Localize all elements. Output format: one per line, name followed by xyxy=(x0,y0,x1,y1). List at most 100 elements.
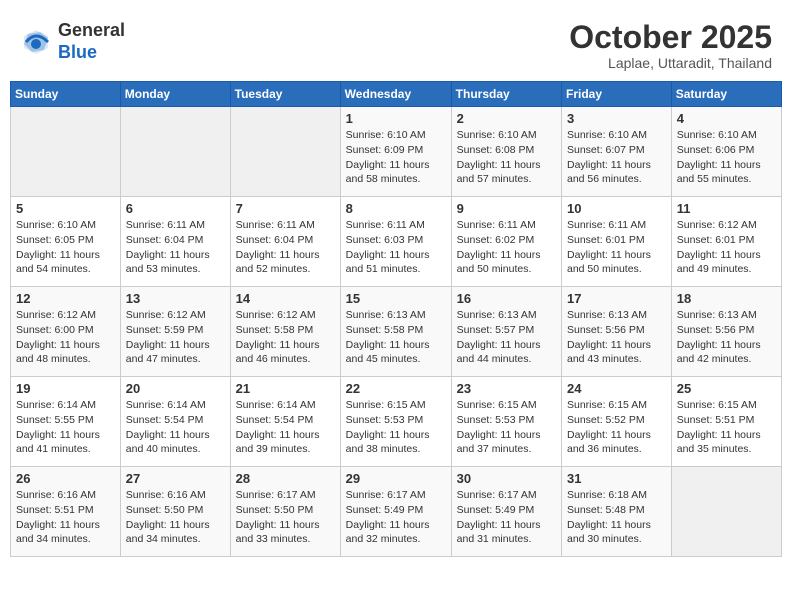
calendar-cell: 31 Sunrise: 6:18 AM Sunset: 5:48 PM Dayli… xyxy=(562,467,672,557)
day-number: 17 xyxy=(567,291,666,306)
day-info: Sunrise: 6:16 AM Sunset: 5:51 PM Dayligh… xyxy=(16,488,115,547)
day-info: Sunrise: 6:10 AM Sunset: 6:06 PM Dayligh… xyxy=(677,128,776,187)
day-info: Sunrise: 6:11 AM Sunset: 6:04 PM Dayligh… xyxy=(126,218,225,277)
day-info: Sunrise: 6:11 AM Sunset: 6:01 PM Dayligh… xyxy=(567,218,666,277)
calendar-cell: 7 Sunrise: 6:11 AM Sunset: 6:04 PM Daylig… xyxy=(230,197,340,287)
day-info: Sunrise: 6:10 AM Sunset: 6:08 PM Dayligh… xyxy=(457,128,556,187)
day-info: Sunrise: 6:18 AM Sunset: 5:48 PM Dayligh… xyxy=(567,488,666,547)
day-number: 11 xyxy=(677,201,776,216)
calendar-cell: 30Sunrise: 6:17 AM Sunset: 5:49 PM Dayli… xyxy=(451,467,561,557)
day-info: Sunrise: 6:11 AM Sunset: 6:04 PM Dayligh… xyxy=(236,218,335,277)
day-number: 12 xyxy=(16,291,115,306)
day-number: 26 xyxy=(16,471,115,486)
calendar-cell: 18Sunrise: 6:13 AM Sunset: 5:56 PM Dayli… xyxy=(671,287,781,377)
day-number: 20 xyxy=(126,381,225,396)
calendar-cell: 2 Sunrise: 6:10 AM Sunset: 6:08 PM Daylig… xyxy=(451,107,561,197)
calendar-body: 1 Sunrise: 6:10 AM Sunset: 6:09 PM Daylig… xyxy=(11,107,782,557)
day-number: 30 xyxy=(457,471,556,486)
day-number: 4 xyxy=(677,111,776,126)
day-number: 18 xyxy=(677,291,776,306)
calendar-cell: 29Sunrise: 6:17 AM Sunset: 5:49 PM Dayli… xyxy=(340,467,451,557)
calendar-cell: 21 Sunrise: 6:14 AM Sunset: 5:54 PM Dayli… xyxy=(230,377,340,467)
month-title: October 2025 xyxy=(569,20,772,55)
calendar-week-row: 26 Sunrise: 6:16 AM Sunset: 5:51 PM Dayli… xyxy=(11,467,782,557)
day-info: Sunrise: 6:10 AM Sunset: 6:07 PM Dayligh… xyxy=(567,128,666,187)
day-info: Sunrise: 6:13 AM Sunset: 5:56 PM Dayligh… xyxy=(567,308,666,367)
day-number: 16 xyxy=(457,291,556,306)
logo-text: General Blue xyxy=(58,20,125,63)
calendar-cell: 9Sunrise: 6:11 AM Sunset: 6:02 PM Daylig… xyxy=(451,197,561,287)
day-info: Sunrise: 6:11 AM Sunset: 6:03 PM Dayligh… xyxy=(346,218,446,277)
logo-icon xyxy=(20,26,52,58)
title-area: October 2025 Laplae, Uttaradit, Thailand xyxy=(569,20,772,71)
calendar-cell xyxy=(11,107,121,197)
day-number: 14 xyxy=(236,291,335,306)
calendar-cell xyxy=(120,107,230,197)
day-number: 21 xyxy=(236,381,335,396)
day-number: 23 xyxy=(457,381,556,396)
day-number: 5 xyxy=(16,201,115,216)
weekday-header-sunday: Sunday xyxy=(11,82,121,107)
day-number: 15 xyxy=(346,291,446,306)
calendar-cell: 27 Sunrise: 6:16 AM Sunset: 5:50 PM Dayli… xyxy=(120,467,230,557)
day-number: 29 xyxy=(346,471,446,486)
calendar-cell: 24 Sunrise: 6:15 AM Sunset: 5:52 PM Dayli… xyxy=(562,377,672,467)
day-info: Sunrise: 6:15 AM Sunset: 5:52 PM Dayligh… xyxy=(567,398,666,457)
weekday-header-friday: Friday xyxy=(562,82,672,107)
day-info: Sunrise: 6:13 AM Sunset: 5:58 PM Dayligh… xyxy=(346,308,446,367)
day-info: Sunrise: 6:15 AM Sunset: 5:51 PM Dayligh… xyxy=(677,398,776,457)
day-info: Sunrise: 6:15 AM Sunset: 5:53 PM Dayligh… xyxy=(346,398,446,457)
day-number: 24 xyxy=(567,381,666,396)
day-number: 1 xyxy=(346,111,446,126)
calendar-cell: 14 Sunrise: 6:12 AM Sunset: 5:58 PM Dayli… xyxy=(230,287,340,377)
day-info: Sunrise: 6:14 AM Sunset: 5:54 PM Dayligh… xyxy=(126,398,225,457)
calendar-cell: 22 Sunrise: 6:15 AM Sunset: 5:53 PM Dayli… xyxy=(340,377,451,467)
weekday-header-monday: Monday xyxy=(120,82,230,107)
calendar-week-row: 19Sunrise: 6:14 AM Sunset: 5:55 PM Dayli… xyxy=(11,377,782,467)
calendar-cell xyxy=(230,107,340,197)
day-info: Sunrise: 6:12 AM Sunset: 6:00 PM Dayligh… xyxy=(16,308,115,367)
calendar-cell: 3 Sunrise: 6:10 AM Sunset: 6:07 PM Daylig… xyxy=(562,107,672,197)
calendar-week-row: 1 Sunrise: 6:10 AM Sunset: 6:09 PM Daylig… xyxy=(11,107,782,197)
calendar-cell: 1 Sunrise: 6:10 AM Sunset: 6:09 PM Daylig… xyxy=(340,107,451,197)
day-info: Sunrise: 6:10 AM Sunset: 6:09 PM Dayligh… xyxy=(346,128,446,187)
calendar-cell: 10Sunrise: 6:11 AM Sunset: 6:01 PM Dayli… xyxy=(562,197,672,287)
day-info: Sunrise: 6:16 AM Sunset: 5:50 PM Dayligh… xyxy=(126,488,225,547)
day-info: Sunrise: 6:15 AM Sunset: 5:53 PM Dayligh… xyxy=(457,398,556,457)
day-info: Sunrise: 6:11 AM Sunset: 6:02 PM Dayligh… xyxy=(457,218,556,277)
calendar-cell: 15 Sunrise: 6:13 AM Sunset: 5:58 PM Dayli… xyxy=(340,287,451,377)
calendar-cell: 8Sunrise: 6:11 AM Sunset: 6:03 PM Daylig… xyxy=(340,197,451,287)
calendar-cell: 13Sunrise: 6:12 AM Sunset: 5:59 PM Dayli… xyxy=(120,287,230,377)
day-number: 28 xyxy=(236,471,335,486)
calendar-cell: 25 Sunrise: 6:15 AM Sunset: 5:51 PM Dayli… xyxy=(671,377,781,467)
calendar-cell: 20 Sunrise: 6:14 AM Sunset: 5:54 PM Dayli… xyxy=(120,377,230,467)
day-number: 7 xyxy=(236,201,335,216)
calendar-cell: 19Sunrise: 6:14 AM Sunset: 5:55 PM Dayli… xyxy=(11,377,121,467)
day-info: Sunrise: 6:12 AM Sunset: 5:58 PM Dayligh… xyxy=(236,308,335,367)
day-number: 3 xyxy=(567,111,666,126)
calendar-cell: 12 Sunrise: 6:12 AM Sunset: 6:00 PM Dayli… xyxy=(11,287,121,377)
day-info: Sunrise: 6:12 AM Sunset: 6:01 PM Dayligh… xyxy=(677,218,776,277)
calendar-cell xyxy=(671,467,781,557)
calendar-cell: 17 Sunrise: 6:13 AM Sunset: 5:56 PM Dayli… xyxy=(562,287,672,377)
day-number: 6 xyxy=(126,201,225,216)
location-subtitle: Laplae, Uttaradit, Thailand xyxy=(569,55,772,71)
day-number: 25 xyxy=(677,381,776,396)
calendar-cell: 26 Sunrise: 6:16 AM Sunset: 5:51 PM Dayli… xyxy=(11,467,121,557)
day-info: Sunrise: 6:12 AM Sunset: 5:59 PM Dayligh… xyxy=(126,308,225,367)
logo: General Blue xyxy=(20,20,125,63)
day-number: 31 xyxy=(567,471,666,486)
calendar-cell: 16Sunrise: 6:13 AM Sunset: 5:57 PM Dayli… xyxy=(451,287,561,377)
day-number: 2 xyxy=(457,111,556,126)
day-info: Sunrise: 6:17 AM Sunset: 5:50 PM Dayligh… xyxy=(236,488,335,547)
calendar-cell: 23 Sunrise: 6:15 AM Sunset: 5:53 PM Dayli… xyxy=(451,377,561,467)
day-number: 27 xyxy=(126,471,225,486)
logo-general-text: General xyxy=(58,20,125,40)
weekday-header-saturday: Saturday xyxy=(671,82,781,107)
weekday-header-wednesday: Wednesday xyxy=(340,82,451,107)
day-info: Sunrise: 6:14 AM Sunset: 5:54 PM Dayligh… xyxy=(236,398,335,457)
day-number: 22 xyxy=(346,381,446,396)
weekday-header-thursday: Thursday xyxy=(451,82,561,107)
calendar-week-row: 12 Sunrise: 6:12 AM Sunset: 6:00 PM Dayli… xyxy=(11,287,782,377)
calendar-header: SundayMondayTuesdayWednesdayThursdayFrid… xyxy=(11,82,782,107)
